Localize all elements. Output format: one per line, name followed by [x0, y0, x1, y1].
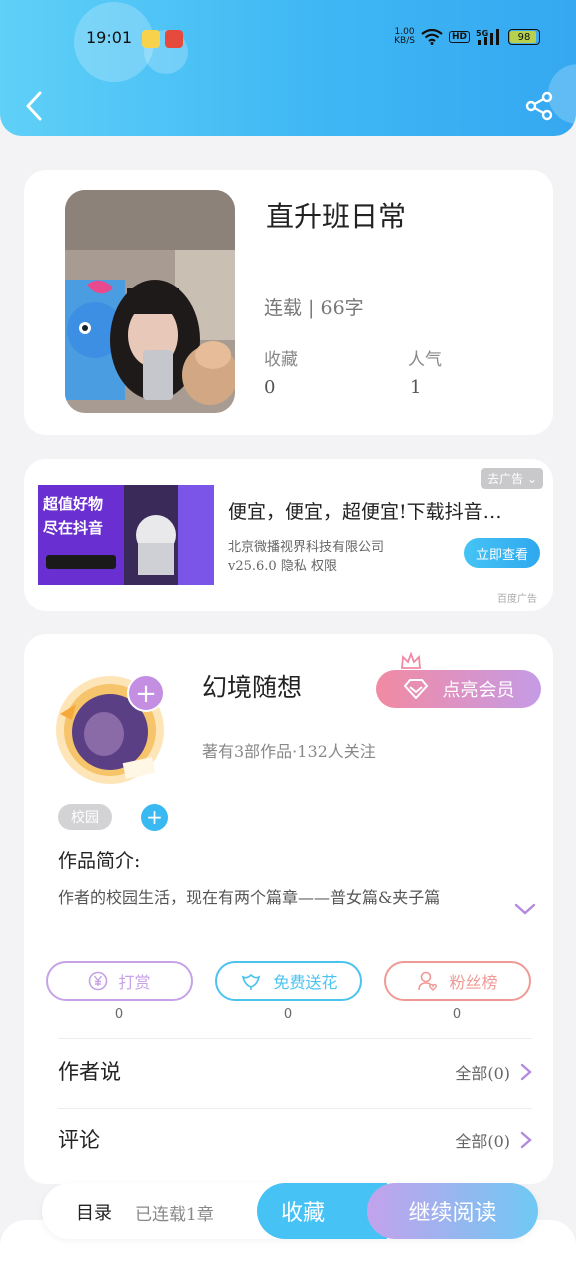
- book-info-card: 直升班日常 连载 | 66字 收藏 0 人气 1: [24, 170, 553, 435]
- crown-icon: [401, 652, 421, 669]
- chapter-count: 已连载1章: [135, 1205, 214, 1225]
- remove-ad-button[interactable]: 去广告 ⌄: [481, 468, 543, 489]
- popularity-label: 人气: [408, 350, 442, 370]
- ad-cta-button[interactable]: 立即查看: [464, 538, 540, 568]
- send-flower-label: 免费送花: [273, 973, 338, 992]
- battery-level: 98: [517, 31, 531, 43]
- fan-count: 0: [452, 1007, 462, 1022]
- status-time: 19:01: [86, 28, 133, 47]
- vip-label: 点亮会员: [442, 680, 515, 701]
- flower-count: 0: [283, 1007, 293, 1022]
- favorites-label: 收藏: [264, 350, 298, 370]
- send-flower-button[interactable]: 免费送花: [215, 961, 362, 1001]
- net-speed: 1.00 KB/S: [394, 28, 415, 46]
- author-card: + 幻境随想 点亮会员 著有3部作品·132人关注 校园 + 作品简介: 作者的…: [24, 634, 553, 1184]
- app-notification-icon: [142, 30, 160, 48]
- chevron-down-icon[interactable]: [514, 902, 536, 916]
- follow-author-button[interactable]: +: [127, 674, 165, 712]
- author-says-count: 全部(0): [455, 1064, 510, 1083]
- ad-image-text: 尽在抖音: [43, 519, 104, 537]
- top-header: 19:01 1.00 KB/S HD 5G 98: [0, 0, 576, 136]
- book-cover-image[interactable]: [65, 190, 235, 413]
- fan-ranking-button[interactable]: 粉丝榜: [384, 961, 531, 1001]
- chevron-down-icon: ⌄: [526, 472, 537, 486]
- divider: [58, 1038, 532, 1039]
- bottom-action-bar: 目录 已连载1章 收藏 继续阅读: [42, 1183, 538, 1239]
- ad-card[interactable]: 超值好物 尽在抖音 去广告 ⌄ 便宜，便宜，超便宜!下载抖音… 北京微播视界科技…: [24, 459, 553, 611]
- author-info: 著有3部作品·132人关注: [202, 742, 376, 761]
- back-arrow-icon[interactable]: [20, 90, 48, 122]
- add-tag-button[interactable]: +: [141, 804, 168, 831]
- share-icon[interactable]: [524, 91, 554, 121]
- comments-label: 评论: [58, 1128, 100, 1152]
- author-says-row[interactable]: 作者说 全部(0): [58, 1042, 532, 1108]
- remove-ad-label: 去广告: [487, 472, 524, 486]
- app-notification-icon: [165, 30, 183, 48]
- reward-button[interactable]: 打赏: [46, 961, 193, 1001]
- comments-all[interactable]: 全部(0): [455, 1128, 532, 1152]
- author-says-label: 作者说: [58, 1060, 121, 1084]
- battery-icon: 98: [508, 29, 540, 45]
- intro-text: 作者的校园生活，现在有两个篇章——普女篇&夹子篇: [58, 888, 441, 907]
- popularity-value: 1: [410, 377, 422, 398]
- signal-icon: 5G: [476, 29, 499, 45]
- comments-row[interactable]: 评论 全部(0): [58, 1110, 532, 1176]
- yuan-icon: [89, 971, 108, 991]
- user-heart-icon: [418, 971, 438, 991]
- book-status: 连载 | 66字: [264, 297, 364, 319]
- status-bar: 19:01 1.00 KB/S HD 5G 98: [0, 22, 576, 56]
- ad-image[interactable]: 超值好物 尽在抖音: [38, 485, 214, 585]
- intro-heading: 作品简介:: [58, 850, 141, 872]
- ad-company: 北京微播视界科技有限公司: [228, 540, 385, 555]
- vip-button[interactable]: 点亮会员: [376, 670, 541, 708]
- book-tag[interactable]: 校园: [58, 804, 112, 830]
- continue-reading-button[interactable]: 继续阅读: [367, 1183, 538, 1239]
- fan-ranking-label: 粉丝榜: [449, 973, 498, 992]
- author-name[interactable]: 幻境随想: [202, 668, 302, 704]
- toc-button[interactable]: 目录: [76, 1199, 112, 1225]
- hd-icon: HD: [448, 31, 470, 43]
- favorites-value: 0: [264, 377, 276, 398]
- comments-count: 全部(0): [455, 1132, 510, 1151]
- ad-image-text: 超值好物: [43, 495, 104, 513]
- chevron-right-icon: [520, 1063, 532, 1081]
- flower-icon: [242, 973, 261, 990]
- svg-text:5G: 5G: [476, 29, 488, 38]
- divider: [58, 1108, 532, 1109]
- ad-meta[interactable]: v25.6.0 隐私 权限: [228, 555, 337, 574]
- author-says-all[interactable]: 全部(0): [455, 1060, 532, 1084]
- ad-source: 百度广告: [497, 594, 537, 605]
- wifi-icon: [421, 29, 443, 45]
- reward-count: 0: [114, 1007, 124, 1022]
- reward-label: 打赏: [118, 973, 151, 992]
- ad-title[interactable]: 便宜，便宜，超便宜!下载抖音…: [228, 497, 502, 524]
- book-title: 直升班日常: [266, 200, 407, 233]
- diamond-icon: [403, 679, 428, 699]
- net-speed-unit: KB/S: [394, 36, 415, 46]
- chevron-right-icon: [520, 1131, 532, 1149]
